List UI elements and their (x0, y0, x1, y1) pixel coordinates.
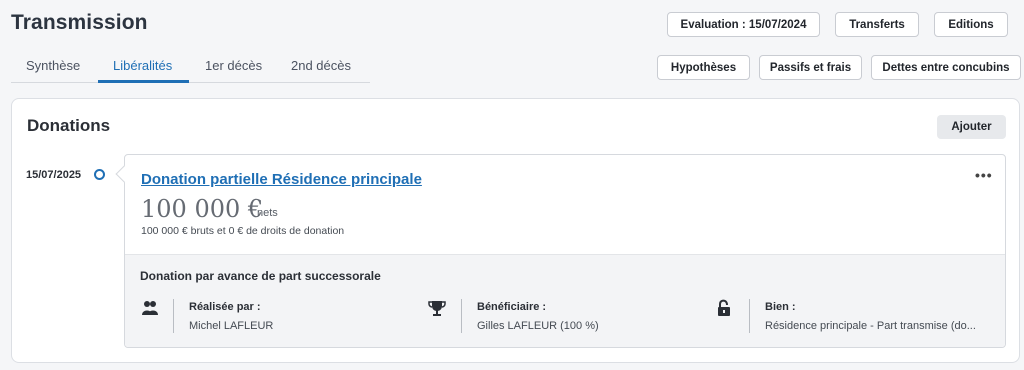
donation-item: Donation partielle Résidence principale … (115, 154, 1006, 348)
editions-button[interactable]: Editions (934, 12, 1008, 37)
bien-value: Résidence principale - Part transmise (d… (765, 320, 976, 332)
active-tab-indicator (98, 80, 189, 83)
donation-amount-suffix: nets (257, 207, 278, 219)
separator (173, 299, 174, 333)
donation-details-panel: Donation par avance de part successorale… (125, 254, 1005, 347)
unlock-icon (718, 299, 730, 316)
passifs-frais-button[interactable]: Passifs et frais (759, 55, 862, 80)
transferts-button[interactable]: Transferts (835, 12, 919, 37)
donation-title-link[interactable]: Donation partielle Résidence principale (141, 171, 422, 188)
dettes-concubins-button[interactable]: Dettes entre concubins (871, 55, 1021, 80)
separator (749, 299, 750, 333)
timeline-date: 15/07/2025 (26, 169, 82, 181)
realisee-par-label: Réalisée par : (189, 301, 261, 313)
evaluation-button[interactable]: Evaluation : 15/07/2024 (667, 12, 820, 37)
realisee-par-value: Michel LAFLEUR (189, 320, 274, 332)
bien-label: Bien : (765, 301, 796, 313)
hypotheses-button[interactable]: Hypothèses (657, 55, 750, 80)
people-icon (142, 301, 158, 315)
timeline-pointer (115, 165, 133, 183)
more-options-icon[interactable]: ••• (975, 167, 993, 183)
tab-synthese[interactable]: Synthèse (26, 58, 80, 73)
add-donation-button[interactable]: Ajouter (937, 115, 1006, 139)
page-title: Transmission (11, 11, 148, 34)
tab-2nd-deces[interactable]: 2nd décès (291, 58, 351, 73)
donation-amount: 100 000 € (141, 195, 264, 223)
timeline-dot (94, 169, 105, 180)
tab-liberalites[interactable]: Libéralités (113, 58, 172, 73)
donation-detail: 100 000 € bruts et 0 € de droits de dona… (141, 225, 345, 237)
donations-title: Donations (27, 116, 111, 135)
donation-type: Donation par avance de part successorale (140, 269, 381, 283)
beneficiaire-label: Bénéficiaire : (477, 301, 547, 313)
beneficiaire-value: Gilles LAFLEUR (100 %) (477, 320, 599, 332)
tab-1er-deces[interactable]: 1er décès (205, 58, 262, 73)
trophy-icon (428, 301, 446, 316)
donations-card: Donations Ajouter 15/07/2025 Donation pa… (11, 98, 1020, 363)
tab-bar: Synthèse Libéralités 1er décès 2nd décès (11, 58, 370, 83)
separator (461, 299, 462, 333)
